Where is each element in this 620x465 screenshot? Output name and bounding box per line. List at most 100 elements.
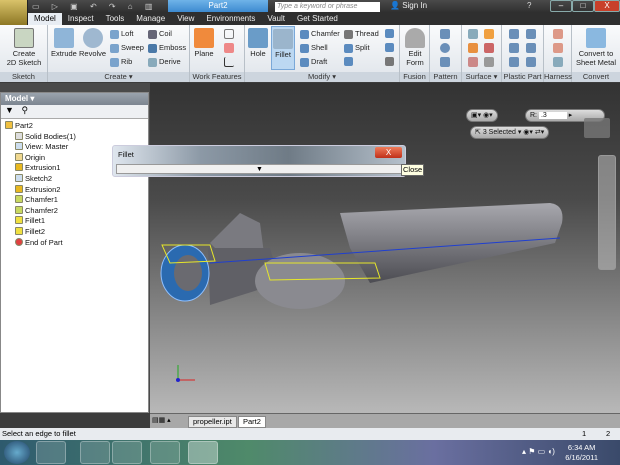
radius-value[interactable]: .3 (538, 112, 567, 119)
split-button[interactable]: Split (344, 43, 370, 53)
viewcube[interactable] (584, 118, 610, 138)
fillet-icon (15, 216, 23, 225)
group-label[interactable]: Surface ▾ (462, 72, 501, 82)
tile-icon[interactable]: ▤▦ ▴ (152, 416, 171, 424)
application-menu-button[interactable] (0, 0, 28, 26)
filter-icon[interactable]: ▼ (5, 105, 14, 115)
graphics-viewport[interactable] (150, 83, 620, 413)
chamfer-button[interactable]: Chamfer (300, 29, 340, 39)
internet-explorer-taskbar-icon[interactable] (112, 441, 142, 464)
harness-icon-3[interactable] (553, 57, 563, 67)
flash-taskbar-icon[interactable] (36, 441, 66, 464)
tree-item[interactable]: Solid Bodies(1) (5, 131, 148, 143)
thread-button[interactable]: Thread (344, 29, 379, 39)
maximize-button[interactable]: □ (572, 0, 594, 12)
boss-icon[interactable] (509, 43, 519, 53)
sweep-button[interactable]: Sweep (110, 43, 144, 53)
tree-item[interactable]: Part2 (5, 121, 148, 132)
coil-button[interactable]: Coil (148, 29, 172, 39)
circular-pattern-icon[interactable] (440, 43, 450, 53)
group-label[interactable]: Modify ▾ (245, 72, 399, 82)
doc-tab-propeller[interactable]: propeller.ipt (188, 416, 237, 428)
tab-vault[interactable]: Vault (261, 13, 291, 25)
draft-button[interactable]: Draft (300, 57, 327, 67)
derive-button[interactable]: Derive (148, 57, 181, 67)
snap-fit-icon[interactable] (526, 29, 536, 39)
combine-icon[interactable] (344, 57, 353, 66)
lip-icon[interactable] (526, 57, 536, 67)
doc-tab-part2[interactable]: Part2 (238, 416, 266, 428)
thicken-icon[interactable] (468, 29, 478, 39)
shell-button[interactable]: Shell (300, 43, 328, 53)
rest-icon[interactable] (509, 57, 519, 67)
navigation-bar[interactable] (598, 155, 616, 270)
plane-button[interactable]: Plane (194, 28, 214, 58)
3d-model[interactable] (150, 83, 620, 413)
tab-manage[interactable]: Manage (130, 13, 171, 25)
explorer-taskbar-icon[interactable] (80, 441, 110, 464)
minimize-button[interactable]: – (550, 0, 572, 12)
emboss-button[interactable]: Emboss (148, 43, 186, 53)
tree-item[interactable]: Chamfer1 (5, 195, 148, 206)
stitch-icon[interactable] (468, 43, 478, 53)
tab-view[interactable]: View (171, 13, 200, 25)
tree-item[interactable]: Chamfer2 (5, 205, 148, 217)
boss-body (255, 253, 345, 309)
copy-object-icon[interactable] (385, 43, 394, 52)
dialog-expand-button[interactable]: ▼ (116, 164, 403, 174)
move-bodies-icon[interactable] (385, 57, 394, 66)
close-button[interactable]: X (594, 0, 620, 12)
tab-tools[interactable]: Tools (100, 13, 131, 25)
rule-fillet-icon[interactable] (526, 43, 536, 53)
delete-face-icon[interactable] (484, 57, 494, 67)
grill-icon[interactable] (509, 29, 519, 39)
start-button[interactable] (4, 441, 30, 464)
time: 6:34 AM (567, 443, 596, 452)
label: Fillet (275, 50, 291, 59)
tab-inspect[interactable]: Inspect (62, 13, 100, 25)
display-style-dropdown[interactable]: ▣▾ ◉▾ (466, 109, 498, 122)
sheet-metal-icon (586, 28, 606, 48)
fillet-button[interactable]: Fillet (271, 26, 295, 70)
move-face-icon[interactable] (385, 29, 394, 38)
inventor-taskbar-icon[interactable] (188, 441, 218, 464)
rectangular-pattern-icon[interactable] (440, 29, 450, 39)
mirror-icon[interactable] (440, 57, 450, 67)
ucs-icon[interactable] (224, 57, 234, 67)
browser-header[interactable]: Model ▾ (1, 93, 148, 105)
sculpt-icon[interactable] (468, 57, 478, 67)
search-input[interactable]: Type a keyword or phrase (275, 2, 380, 12)
sign-in-button[interactable]: 👤 Sign In (390, 1, 427, 10)
clock[interactable]: 6:34 AM 6/16/2011 (565, 443, 598, 463)
point-icon[interactable] (224, 43, 234, 53)
patch-icon[interactable] (484, 29, 494, 39)
rib-button[interactable]: Rib (110, 57, 132, 67)
find-icon[interactable]: ⚲ (21, 105, 28, 115)
dialog-close-button[interactable]: X (375, 147, 402, 158)
quick-access-toolbar[interactable]: ▭ ▷ ▣ ↶ ↷ ⌂ ▥ (32, 2, 157, 11)
loft-button[interactable]: Loft (110, 29, 134, 39)
harness-icon-1[interactable] (553, 29, 563, 39)
tree-item[interactable]: Extrusion2 (5, 184, 148, 196)
tree-item[interactable]: End of Part (5, 237, 148, 249)
revolve-button[interactable]: Revolve (79, 28, 106, 58)
tab-model[interactable]: Model (28, 13, 62, 25)
hole-button[interactable]: Hole (248, 28, 268, 58)
extrude-button[interactable]: Extrude (51, 28, 77, 58)
edit-form-button[interactable]: Edit Form (402, 28, 428, 67)
tree-item[interactable]: Fillet2 (5, 226, 148, 238)
tree-item[interactable]: Fillet1 (5, 216, 148, 227)
selection-dropdown[interactable]: ⇱ 3 Selected ▾ ◉▾ ⇄▾ (470, 126, 550, 139)
tab-environments[interactable]: Environments (200, 13, 261, 25)
label: Sweep (121, 43, 144, 52)
axis-icon[interactable] (224, 29, 234, 39)
convert-sheet-metal-button[interactable]: Convert to Sheet Metal (574, 28, 618, 67)
create-2d-sketch-button[interactable]: Create 2D Sketch (4, 28, 44, 67)
harness-icon-2[interactable] (553, 43, 563, 53)
app-taskbar-icon[interactable] (150, 441, 180, 464)
tab-get-started[interactable]: Get Started (291, 13, 344, 25)
group-label[interactable]: Create ▾ (48, 72, 189, 82)
system-tray-icons[interactable]: ▴ ⚑ ▭ ◖) (522, 447, 555, 456)
help-button[interactable]: ? (527, 1, 531, 10)
trim-icon[interactable] (484, 43, 494, 53)
